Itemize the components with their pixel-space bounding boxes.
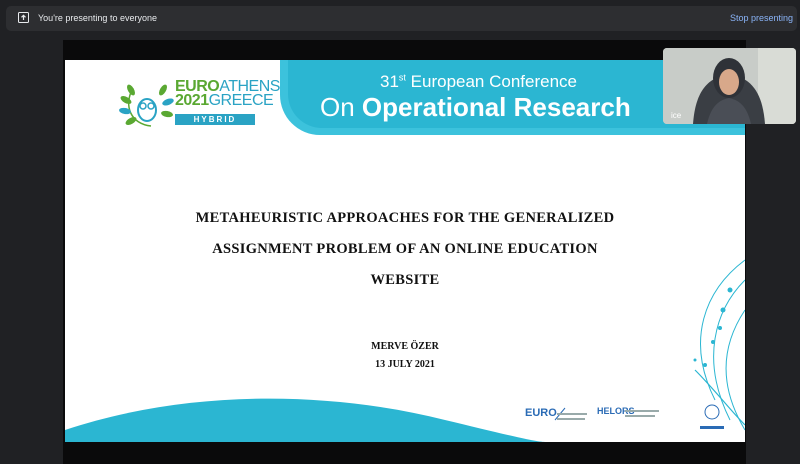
logo-wordmark: EUROATHENS 2021GREECE: [175, 78, 280, 109]
slide-title: METAHEURISTIC APPROACHES FOR THE GENERAL…: [195, 210, 615, 288]
stop-presenting-button[interactable]: Stop presenting: [730, 13, 793, 23]
participant-avatar: [663, 48, 796, 124]
svg-text:EURO: EURO: [525, 407, 557, 419]
slide: EUROATHENS 2021GREECE HYBRID 31st Europe…: [65, 60, 745, 442]
presentation-date: 13 JULY 2021: [375, 359, 435, 370]
participant-name-label: ice: [671, 111, 682, 120]
banner-line-1: 31st European Conference: [380, 72, 577, 91]
footer-logos: EURO HELORS: [525, 404, 724, 429]
author-name: MERVE ÖZER: [371, 341, 439, 352]
presenting-status-text: You're presenting to everyone: [38, 13, 157, 23]
presenting-bar: You're presenting to everyone Stop prese…: [6, 6, 797, 31]
banner-line-2: On Operational Research: [320, 92, 631, 122]
present-to-all-icon: [18, 12, 29, 23]
hybrid-tag: HYBRID: [175, 114, 255, 125]
self-video-tile[interactable]: ice: [663, 48, 796, 124]
